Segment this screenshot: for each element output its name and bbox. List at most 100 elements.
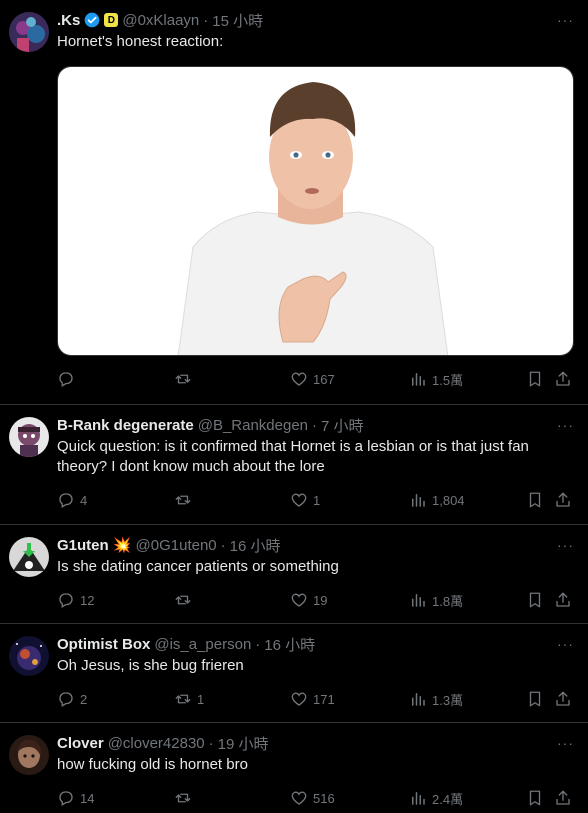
heart-icon: [291, 372, 307, 386]
like-count: 516: [313, 790, 335, 806]
verified-icon: [84, 12, 100, 28]
like-button[interactable]: 171: [290, 690, 335, 708]
timestamp[interactable]: 7 小時: [321, 415, 364, 436]
bookmark-button[interactable]: [526, 789, 544, 807]
display-name[interactable]: .Ks: [57, 12, 80, 29]
tweet-text: Is she dating cancer patients or somethi…: [57, 558, 339, 575]
share-button[interactable]: [554, 591, 572, 609]
action-bar: 2 1 171 1.3萬: [57, 680, 572, 718]
separator: ·: [220, 536, 226, 554]
tweet-text: Oh Jesus, is she bug frieren: [57, 657, 244, 674]
retweet-button[interactable]: [174, 591, 197, 609]
views-count: 1.8萬: [432, 593, 464, 609]
retweet-button[interactable]: [174, 491, 197, 509]
heart-icon: [291, 493, 307, 507]
views-button[interactable]: 1.5萬: [409, 370, 463, 389]
tweet[interactable]: G1uten 💥 @0G1uten0 · 16 小時 ··· Is she da…: [0, 525, 588, 624]
retweet-icon: [175, 495, 191, 505]
retweet-button[interactable]: [174, 789, 197, 807]
avatar[interactable]: [9, 417, 49, 457]
heart-icon: [291, 692, 307, 706]
views-icon: [412, 594, 425, 607]
timestamp[interactable]: 16 小時: [264, 634, 315, 655]
timestamp[interactable]: 19 小時: [218, 733, 269, 754]
reply-icon: [59, 372, 73, 387]
reply-button[interactable]: [57, 370, 80, 388]
timestamp[interactable]: 15 小時: [212, 10, 263, 31]
heart-icon: [291, 593, 307, 607]
more-icon[interactable]: ···: [557, 636, 574, 652]
like-count: 171: [313, 691, 335, 707]
more-icon[interactable]: ···: [557, 417, 574, 433]
affiliate-badge: D: [104, 13, 119, 27]
reply-button[interactable]: 12: [57, 591, 94, 609]
avatar[interactable]: [9, 735, 49, 775]
handle[interactable]: @clover42830: [108, 735, 205, 752]
timestamp[interactable]: 16 小時: [230, 535, 281, 556]
share-button[interactable]: [554, 491, 572, 509]
tweet-header: .Ks D @0xKlaayn · 15 小時: [57, 10, 572, 30]
views-button[interactable]: 1,804: [409, 491, 465, 509]
tweet-image[interactable]: [57, 66, 574, 356]
views-count: 1,804: [432, 492, 465, 508]
views-count: 1.5萬: [432, 372, 464, 388]
bookmark-button[interactable]: [526, 491, 544, 509]
tweet[interactable]: Optimist Box @is_a_person · 16 小時 ··· Oh…: [0, 624, 588, 723]
share-button[interactable]: [554, 370, 572, 388]
views-icon: [412, 373, 425, 386]
like-count: 167: [313, 371, 335, 387]
share-button[interactable]: [554, 789, 572, 807]
tweet[interactable]: .Ks D @0xKlaayn · 15 小時 ··· Hornet's hon…: [0, 0, 588, 405]
retweet-button[interactable]: 1: [174, 690, 204, 708]
more-icon[interactable]: ···: [557, 537, 574, 553]
reply-icon: [59, 791, 73, 806]
more-icon[interactable]: ···: [557, 12, 574, 28]
reply-count: 4: [80, 492, 88, 508]
handle[interactable]: @0xKlaayn: [122, 12, 199, 29]
heart-icon: [291, 791, 307, 805]
handle[interactable]: @B_Rankdegen: [198, 417, 308, 434]
share-icon: [556, 790, 570, 805]
display-name[interactable]: Clover: [57, 735, 104, 752]
separator: ·: [255, 635, 261, 653]
tweet-text: Quick question: is it confirmed that Hor…: [57, 438, 529, 475]
bookmark-icon: [529, 492, 541, 508]
display-name[interactable]: B-Rank degenerate: [57, 417, 194, 434]
display-name[interactable]: G1uten 💥: [57, 536, 132, 554]
reply-icon: [59, 493, 73, 508]
reply-button[interactable]: 14: [57, 789, 94, 807]
views-button[interactable]: 1.3萬: [409, 690, 463, 709]
retweet-icon: [175, 793, 191, 803]
views-count: 2.4萬: [432, 791, 464, 807]
bookmark-button[interactable]: [526, 370, 544, 388]
tweet[interactable]: B-Rank degenerate @B_Rankdegen · 7 小時 ··…: [0, 405, 588, 525]
reply-icon: [59, 692, 73, 707]
tweet[interactable]: Clover @clover42830 · 19 小時 ··· how fuck…: [0, 723, 588, 813]
retweet-button[interactable]: [174, 370, 197, 388]
views-button[interactable]: 2.4萬: [409, 789, 463, 808]
reply-count: 12: [80, 592, 95, 608]
avatar[interactable]: [9, 12, 49, 52]
handle[interactable]: @0G1uten0: [136, 537, 217, 554]
reply-button[interactable]: 4: [57, 491, 87, 509]
tweet-text: Hornet's honest reaction:: [57, 33, 224, 50]
avatar[interactable]: [9, 636, 49, 676]
display-name[interactable]: Optimist Box: [57, 636, 150, 653]
reply-button[interactable]: 2: [57, 690, 87, 708]
action-bar: 4 1 1,804: [57, 481, 572, 519]
views-button[interactable]: 1.8萬: [409, 591, 463, 610]
separator: ·: [203, 11, 209, 29]
share-button[interactable]: [554, 690, 572, 708]
like-button[interactable]: 19: [290, 591, 327, 609]
like-button[interactable]: 167: [290, 370, 335, 388]
like-button[interactable]: 1: [290, 491, 320, 509]
action-bar: 14 516 2.4萬: [57, 779, 572, 813]
like-button[interactable]: 516: [290, 789, 335, 807]
avatar[interactable]: [9, 537, 49, 577]
bookmark-button[interactable]: [526, 591, 544, 609]
retweet-icon: [175, 374, 191, 384]
views-count: 1.3萬: [432, 692, 464, 708]
handle[interactable]: @is_a_person: [154, 636, 251, 653]
more-icon[interactable]: ···: [557, 735, 574, 751]
bookmark-button[interactable]: [526, 690, 544, 708]
